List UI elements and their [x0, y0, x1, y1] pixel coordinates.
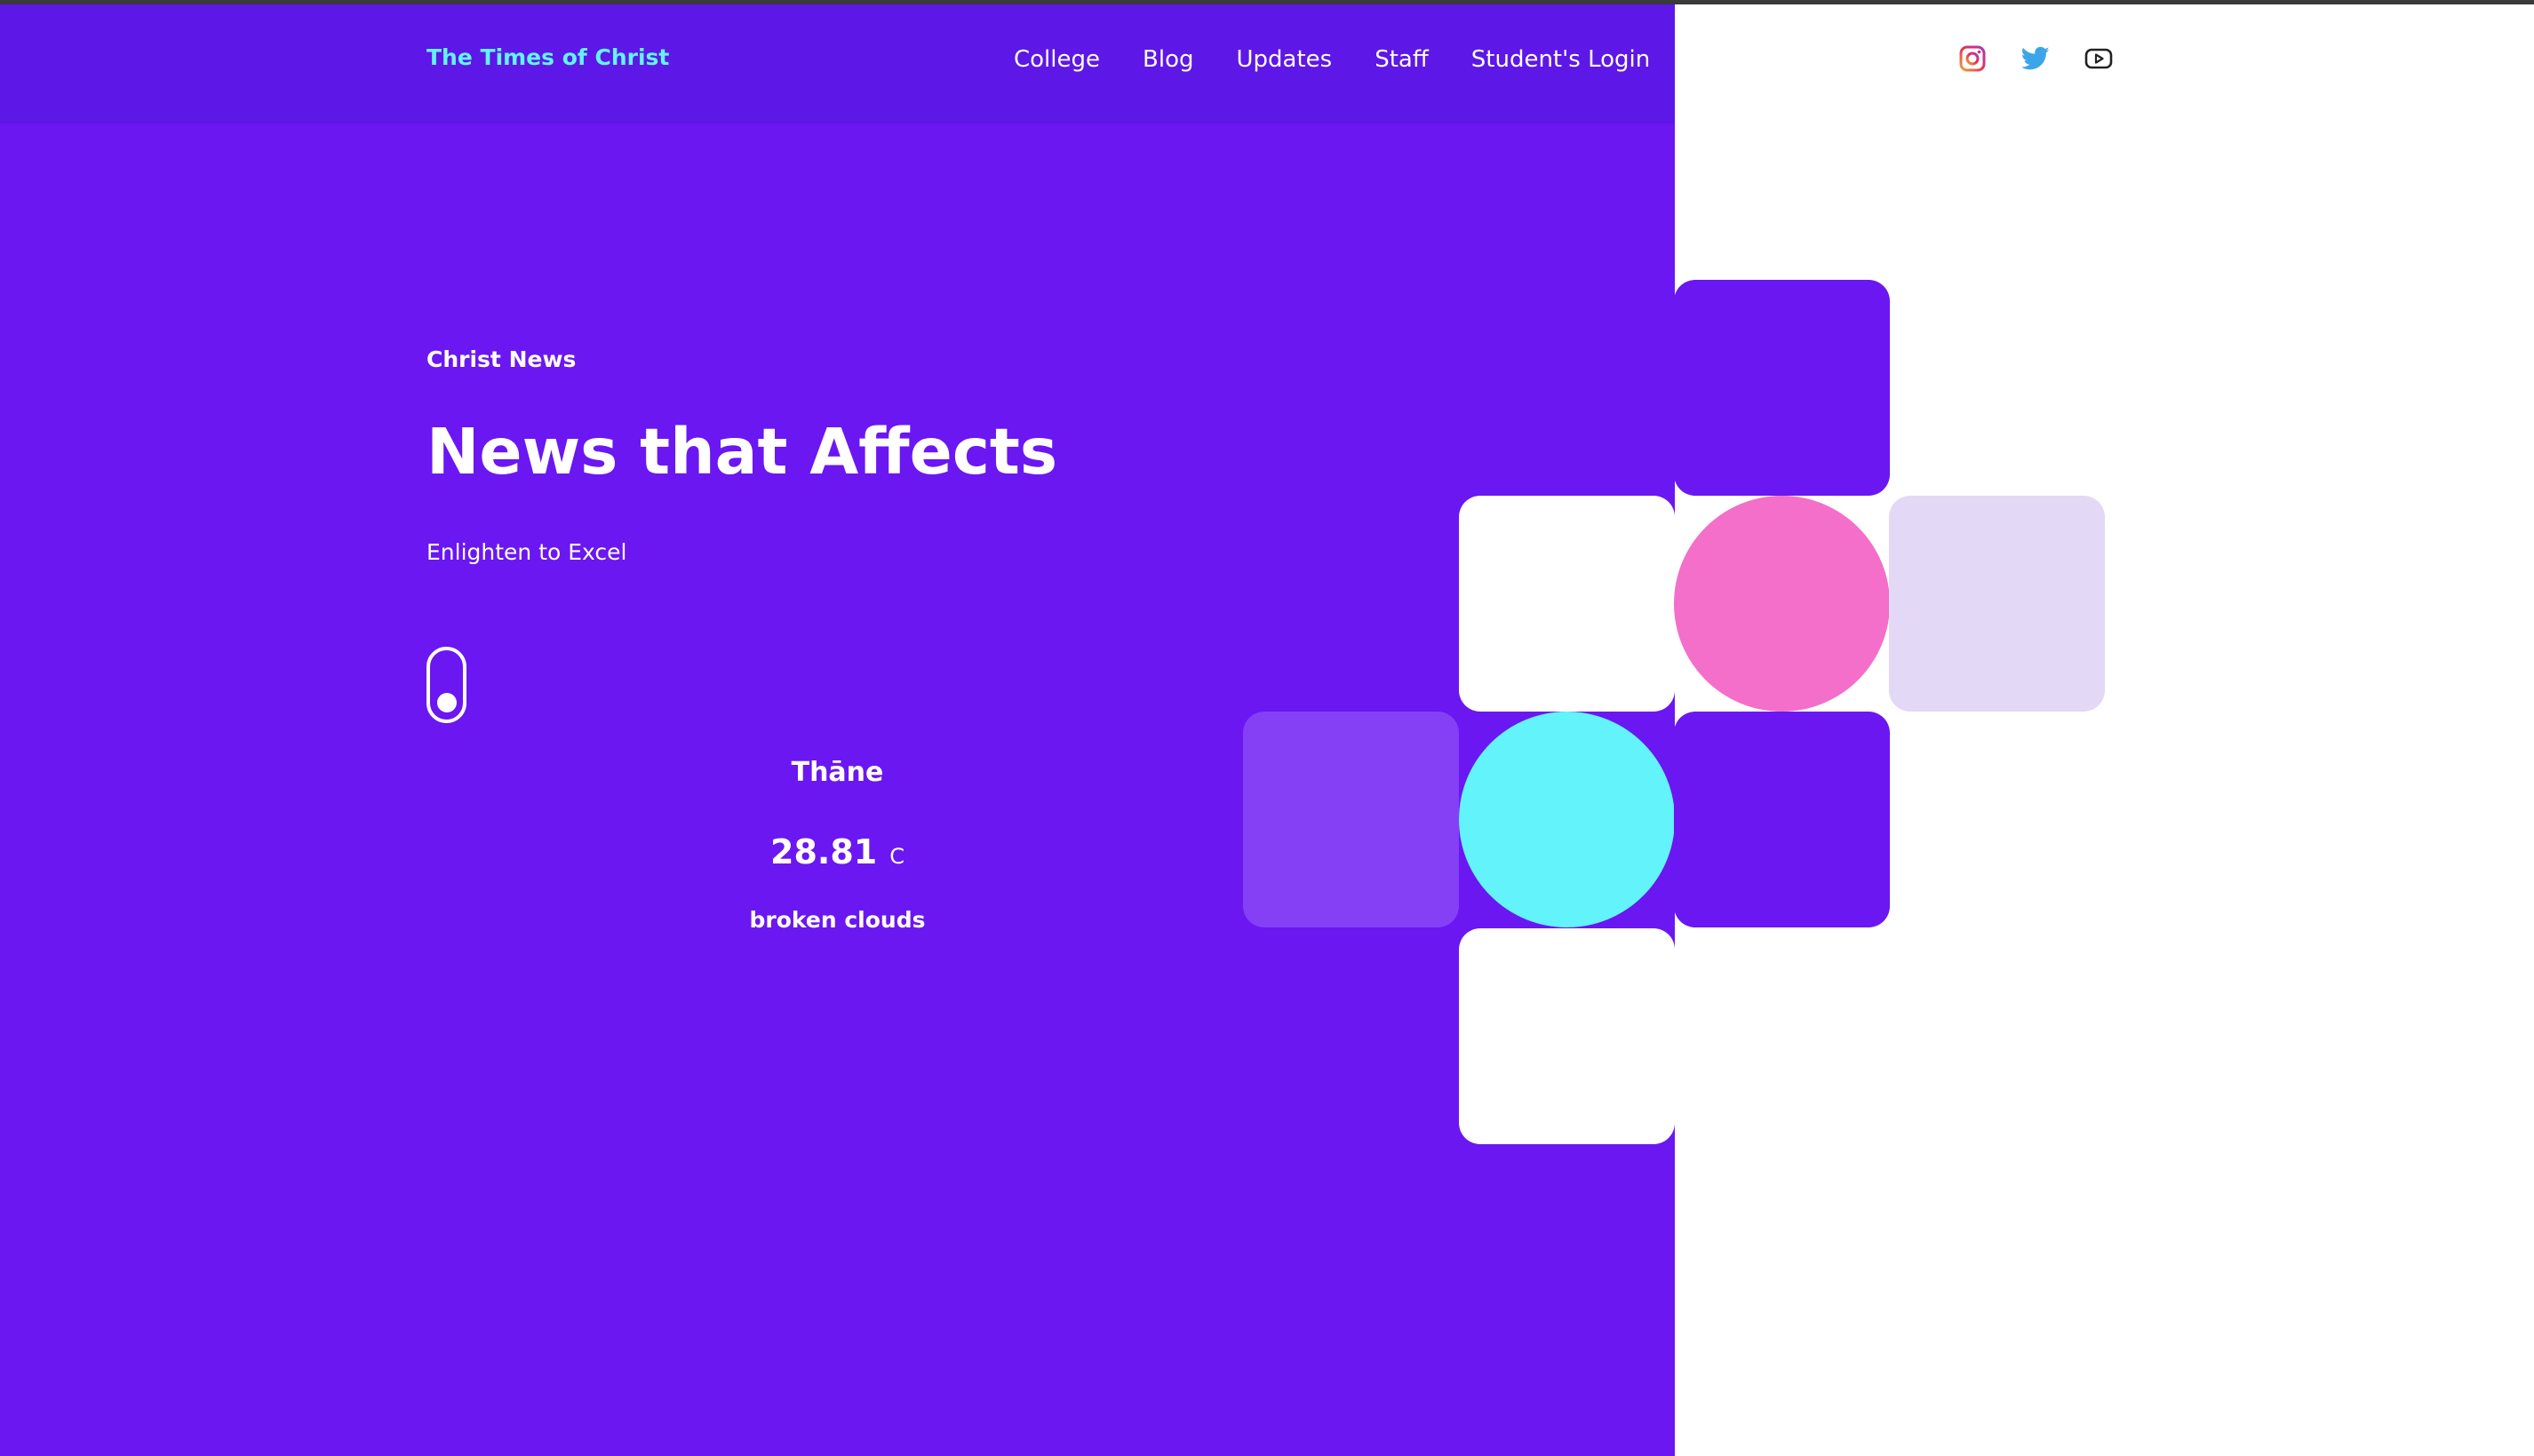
mosaic-circle-pink — [1674, 496, 1890, 712]
twitter-icon[interactable] — [2021, 44, 2050, 73]
weather-description: broken clouds — [749, 907, 926, 933]
mosaic-circle-cyan — [1459, 712, 1675, 927]
mosaic-tile-white-bottom — [1459, 928, 1675, 1144]
instagram-icon[interactable] — [1958, 44, 1987, 73]
youtube-icon[interactable] — [2084, 44, 2113, 73]
weather-widget: Thāne 28.81 C broken clouds — [640, 757, 1035, 933]
scroll-indicator[interactable] — [426, 647, 466, 723]
nav-item-staff[interactable]: Staff — [1375, 46, 1429, 73]
scroll-indicator-dot — [437, 693, 457, 712]
hero-eyebrow: Christ News — [426, 346, 577, 372]
mosaic-tile-lavender — [1889, 496, 2105, 712]
hero-tagline: Enlighten to Excel — [426, 539, 627, 565]
weather-unit: C — [889, 844, 904, 869]
social-links — [1958, 44, 2113, 73]
weather-temperature-row: 28.81 C — [640, 832, 1035, 871]
main-nav: College Blog Updates Staff Student's Log… — [1014, 46, 1650, 73]
weather-city: Thāne — [791, 757, 884, 788]
nav-item-updates[interactable]: Updates — [1237, 46, 1333, 73]
nav-item-blog[interactable]: Blog — [1143, 46, 1193, 73]
mosaic-tile-purple-top — [1674, 280, 1890, 496]
mosaic-tile-white-left — [1459, 496, 1675, 712]
hero-title: News that Affects — [426, 415, 1058, 489]
weather-temperature: 28.81 — [770, 832, 878, 871]
mosaic-tile-light-purple — [1243, 712, 1459, 927]
nav-item-student-login[interactable]: Student's Login — [1471, 46, 1650, 73]
nav-item-college[interactable]: College — [1014, 46, 1100, 73]
mosaic-tile-purple-bottom — [1674, 712, 1890, 927]
brand-logo-link[interactable]: The Times of Christ — [426, 44, 669, 70]
